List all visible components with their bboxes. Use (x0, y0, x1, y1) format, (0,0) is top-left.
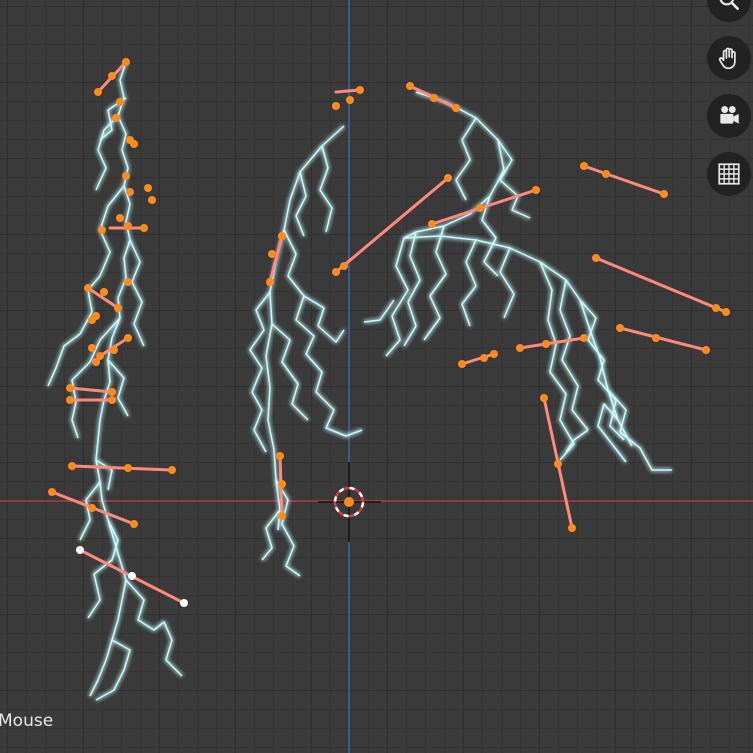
camera-icon (720, 106, 739, 124)
pan-gizmo-button[interactable] (707, 36, 751, 80)
ortho-toggle-gizmo-button[interactable] (707, 152, 751, 196)
bezier-handles[interactable] (50, 60, 728, 605)
status-text: Mouse (0, 711, 54, 731)
3d-viewport[interactable]: Mouse (0, 0, 753, 753)
hand-icon (718, 47, 736, 70)
camera-gizmo-button[interactable] (707, 94, 751, 138)
zoom-gizmo-button[interactable] (707, 0, 751, 22)
lightning-bolts (47, 61, 672, 701)
3d-cursor[interactable] (318, 462, 381, 542)
bolt-right-main (403, 91, 633, 447)
grid-icon (718, 163, 740, 185)
control-points[interactable] (48, 58, 730, 532)
navigation-gizmos (707, 0, 751, 196)
magnifier-icon (719, 0, 739, 10)
scene-canvas[interactable] (0, 0, 753, 753)
